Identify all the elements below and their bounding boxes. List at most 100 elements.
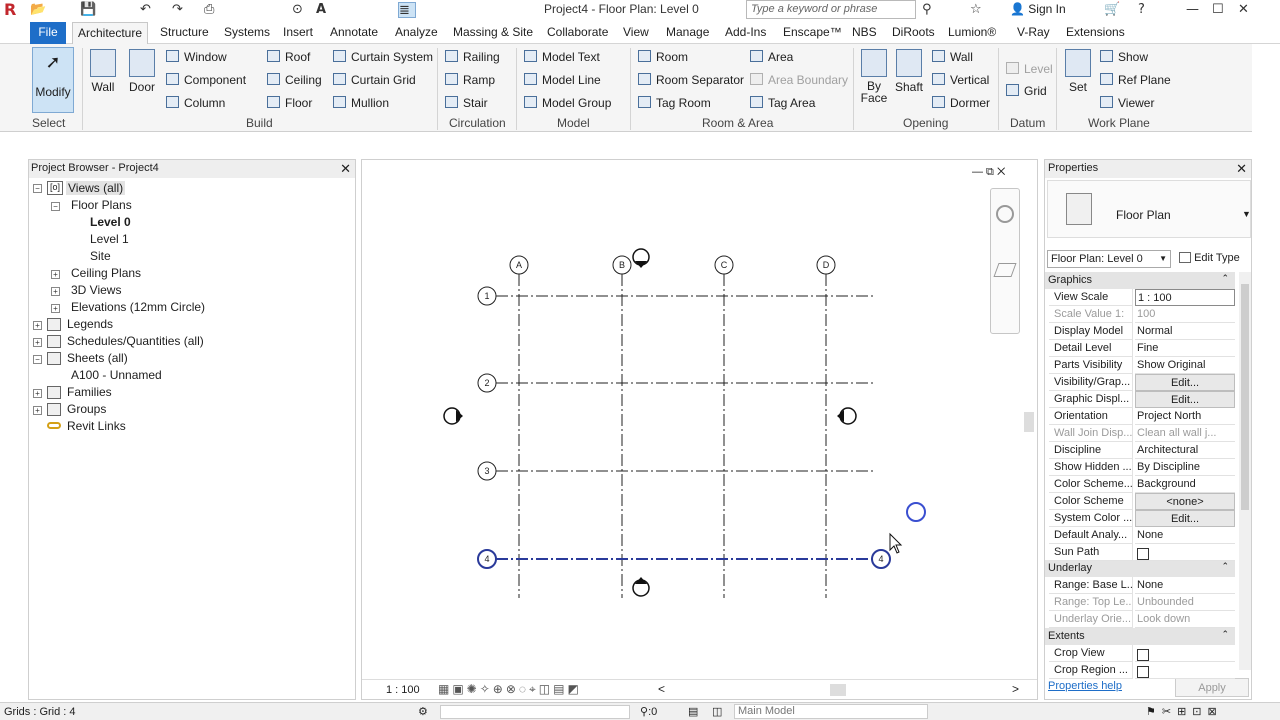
property-value[interactable] [1135,645,1235,662]
floor-plan-canvas[interactable]: A B C D 1 2 3 4 4 [362,160,1037,699]
selection-filter-icons[interactable]: ⚑✂⊞⊡⊠ [1146,705,1223,718]
binoculars-icon[interactable]: ⚲ [922,2,932,18]
tree-level-1[interactable]: Level 1 [90,232,129,246]
tab-manage[interactable]: Manage [666,25,709,39]
expand-toggle-icon[interactable]: + [33,389,42,398]
editing-requests-icon[interactable]: ▤ [688,705,698,718]
close-icon[interactable]: ✕ [1238,2,1249,18]
tab-annotate[interactable]: Annotate [330,25,378,39]
view-window-controls[interactable]: — ⧉ ✕ [972,166,1005,179]
steering-wheel-icon[interactable] [996,205,1014,223]
room-button[interactable]: Room [638,50,688,64]
tree-views-all[interactable]: Views (all) [66,181,126,195]
collapse-toggle-icon[interactable]: − [33,184,42,193]
wall-button[interactable]: Wall [88,49,118,94]
text-icon[interactable]: A [316,2,326,18]
shaft-button[interactable]: Shaft [893,49,925,94]
roof-button[interactable]: Roof [267,50,310,64]
expand-toggle-icon[interactable]: + [33,406,42,415]
extents-row[interactable]: Crop Region ... [1049,662,1235,679]
set-button[interactable]: Set [1062,49,1094,94]
tag-area-button[interactable]: Tag Area [750,96,815,110]
select-panel-label[interactable]: Select [32,116,65,130]
tab-extensions[interactable]: Extensions [1066,25,1125,39]
tree-groups[interactable]: Groups [67,402,106,416]
graphics-row[interactable]: Wall Join Disp... Clean all wall j... [1049,425,1235,442]
door-button[interactable]: Door [126,49,158,94]
search-input[interactable]: Type a keyword or phrase [746,0,916,19]
tree-floor-plans[interactable]: Floor Plans [71,198,132,212]
graphics-row[interactable]: Parts Visibility Show Original [1049,357,1235,374]
show-button[interactable]: Show [1100,50,1148,64]
window-button[interactable]: Window [166,50,227,64]
extents-row[interactable]: Crop View [1049,645,1235,662]
model-group-button[interactable]: Model Group [524,96,611,110]
worksets-icon[interactable]: ⚙ [418,705,428,718]
property-value[interactable] [1135,544,1235,561]
vertical-button[interactable]: Vertical [932,73,989,87]
tree-revit-links[interactable]: Revit Links [67,419,126,433]
ref-plane-button[interactable]: Ref Plane [1100,73,1171,87]
undo-icon[interactable]: ↶ [140,2,151,18]
save-icon[interactable]: 💾 [80,2,96,18]
modify-button[interactable]: ➚ Modify [32,47,74,113]
property-value[interactable]: 1 : 100 [1135,289,1235,306]
property-value[interactable]: Project North [1135,408,1235,425]
zoom-region-icon[interactable] [993,263,1017,277]
scale-label[interactable]: 1 : 100 [386,684,420,696]
graphics-section[interactable]: Graphics ⌃ [1045,272,1235,289]
tab-lumion[interactable]: Lumion® [948,25,996,39]
ceiling-button[interactable]: Ceiling [267,73,322,87]
tag-icon[interactable]: ⊙ [292,2,303,18]
stair-button[interactable]: Stair [445,96,488,110]
tab-collaborate[interactable]: Collaborate [547,25,608,39]
property-value[interactable]: Edit... [1135,374,1235,391]
curtain-system-button[interactable]: Curtain System [333,50,433,64]
cart-icon[interactable]: 🛒 [1104,2,1120,18]
property-value[interactable]: Unbounded [1135,594,1235,611]
dormer-button[interactable]: Dormer [932,96,990,110]
property-value[interactable]: Background [1135,476,1235,493]
checkbox[interactable] [1137,666,1149,678]
graphics-row[interactable]: Show Hidden ... By Discipline [1049,459,1235,476]
tab-vray[interactable]: V-Ray [1017,25,1050,39]
collapse-toggle-icon[interactable]: − [51,202,60,211]
tab-systems[interactable]: Systems [224,25,270,39]
edit-type-button[interactable]: Edit Type [1177,250,1251,268]
floor-button[interactable]: Floor [267,96,312,110]
extents-section[interactable]: Extents ⌃ [1045,628,1235,645]
curtain-grid-button[interactable]: Curtain Grid [333,73,416,87]
maximize-icon[interactable]: ☐ [1212,2,1224,18]
mullion-button[interactable]: Mullion [333,96,389,110]
tab-file[interactable]: File [30,22,66,44]
property-value[interactable]: None [1135,577,1235,594]
graphics-row[interactable]: View Scale 1 : 100 [1049,289,1235,306]
tab-insert[interactable]: Insert [283,25,313,39]
tab-add-ins[interactable]: Add-Ins [725,25,766,39]
tab-massing-site[interactable]: Massing & Site [453,25,533,39]
graphics-row[interactable]: Orientation Project North [1049,408,1235,425]
design-options-icon[interactable]: ◫ [712,705,722,718]
properties-help-link[interactable]: Properties help [1048,680,1122,692]
graphics-row[interactable]: Sun Path [1049,544,1235,561]
graphics-row[interactable]: Color Scheme... Background [1049,476,1235,493]
tab-view[interactable]: View [623,25,649,39]
graphics-row[interactable]: Graphic Displ... Edit... [1049,391,1235,408]
navigation-bar[interactable] [990,188,1020,334]
checkbox[interactable] [1137,548,1149,560]
tag-room-button[interactable]: Tag Room [638,96,711,110]
type-selector[interactable]: Floor Plan ▼ [1047,180,1251,238]
underlay-row[interactable]: Range: Base L... None [1049,577,1235,594]
property-value[interactable]: Edit... [1135,510,1235,527]
wall-opening-button[interactable]: Wall [932,50,973,64]
property-value[interactable]: <none> [1135,493,1235,510]
level-button[interactable]: Level [1006,62,1053,76]
room-separator-button[interactable]: Room Separator [638,73,744,87]
tab-nbs[interactable]: NBS [852,25,877,39]
instance-selector[interactable]: Floor Plan: Level 0 ▼ [1047,250,1171,268]
property-value[interactable]: Architectural [1135,442,1235,459]
ramp-button[interactable]: Ramp [445,73,495,87]
tree-site[interactable]: Site [90,249,111,263]
property-value[interactable]: 100 [1135,306,1235,323]
graphics-row[interactable]: Scale Value 1: 100 [1049,306,1235,323]
